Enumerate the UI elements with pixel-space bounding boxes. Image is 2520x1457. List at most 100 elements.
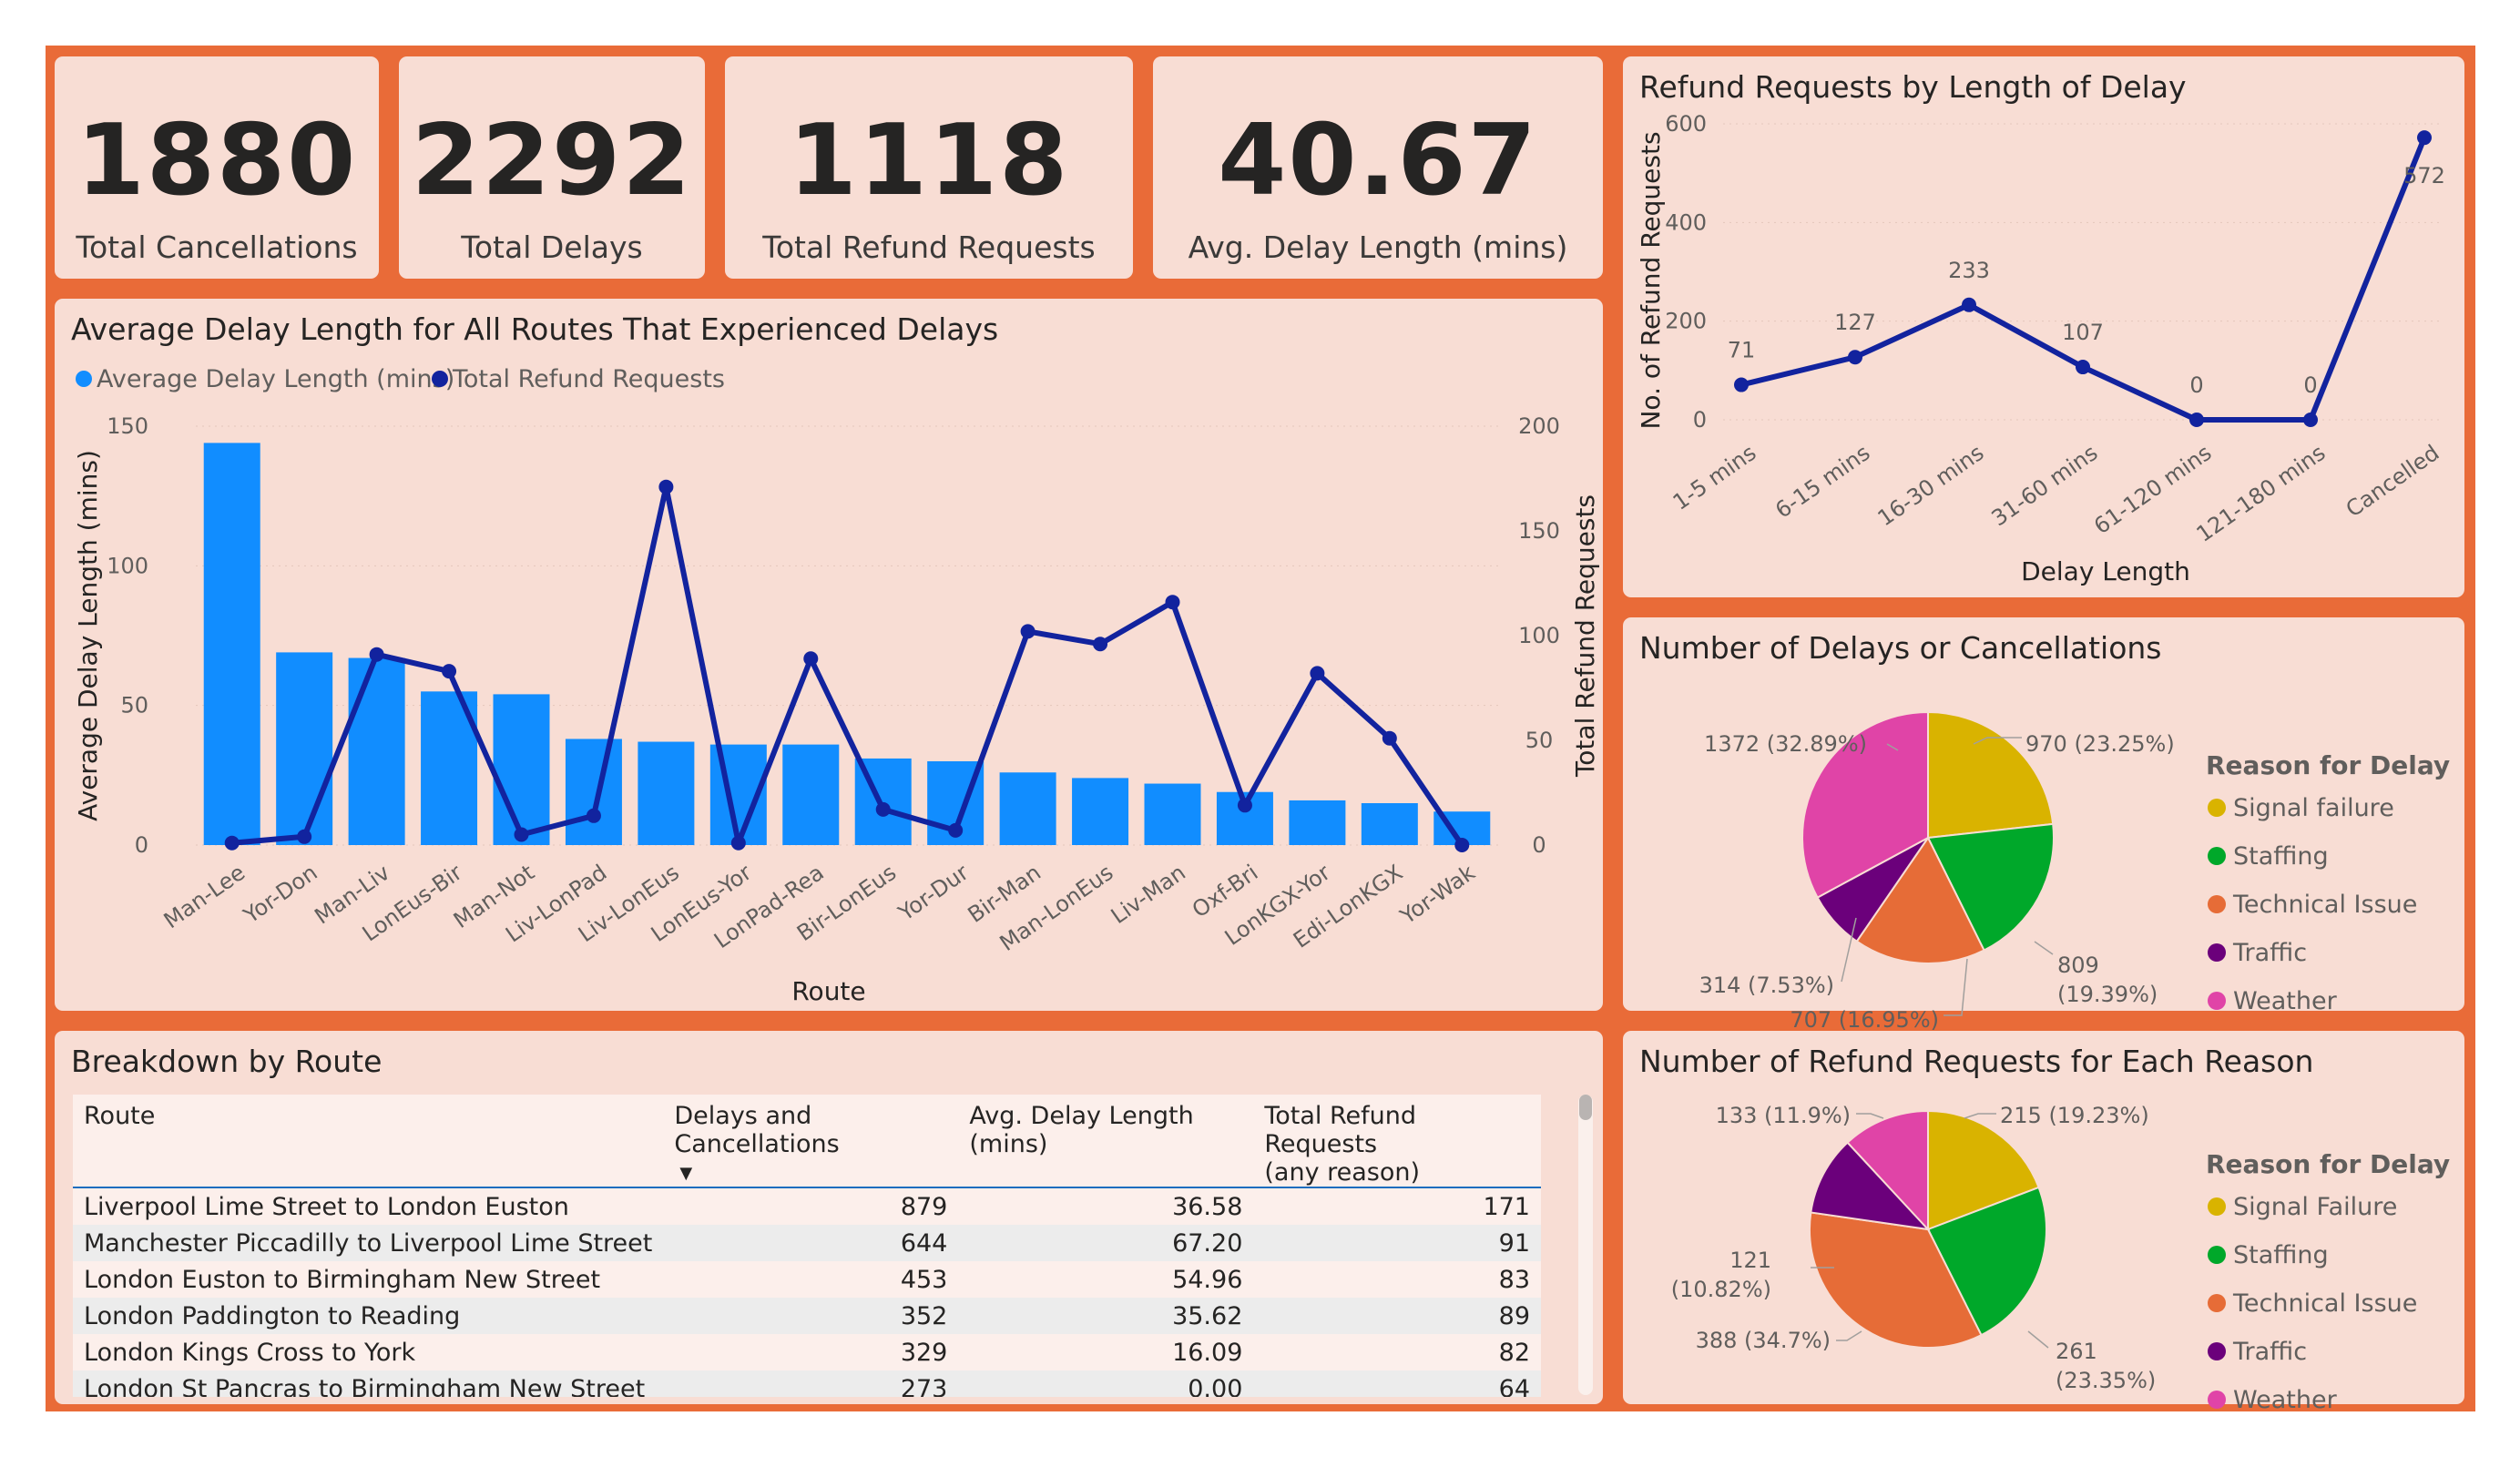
line-point[interactable] <box>1165 595 1180 610</box>
line-point[interactable] <box>2076 360 2090 375</box>
data-label: 107 <box>2062 320 2104 345</box>
delays-pie-card[interactable]: Number of Delays or Cancellations 970 (2… <box>1623 617 2464 1033</box>
cell-delays: 352 <box>663 1298 959 1334</box>
table-scrollbar[interactable] <box>1578 1095 1593 1395</box>
avg-delay-chart-card[interactable]: Average Delay Length for All Routes That… <box>55 299 1603 1011</box>
breakdown-table: Route Delays and Cancellations ▼ Avg. De… <box>73 1095 1541 1397</box>
cell-delays: 453 <box>663 1261 959 1298</box>
line-point[interactable] <box>1020 624 1036 639</box>
pie-data-label: 388 (34.7%) <box>1696 1328 1831 1353</box>
pie-data-label: 121 <box>1729 1248 1771 1273</box>
legend-item: Signal failure <box>2233 794 2394 822</box>
line-point[interactable] <box>803 651 819 667</box>
legend-item: Staffing <box>2233 1241 2329 1269</box>
table-viewport: Route Delays and Cancellations ▼ Avg. De… <box>73 1095 1541 1397</box>
bar[interactable] <box>1289 800 1346 845</box>
cell-delays: 879 <box>663 1187 959 1225</box>
cell-refunds: 91 <box>1253 1225 1541 1261</box>
bar[interactable] <box>493 694 550 845</box>
kpi-card-refund-requests[interactable]: 1118 Total Refund Requests <box>725 56 1133 279</box>
bar[interactable] <box>1361 803 1418 845</box>
line-point[interactable] <box>1093 637 1108 652</box>
column-header-delays[interactable]: Delays and Cancellations ▼ <box>663 1095 959 1188</box>
kpi-card-cancellations[interactable]: 1880 Total Cancellations <box>55 56 379 279</box>
y-tick-label: 0 <box>1693 407 1707 433</box>
column-header-avg-delay[interactable]: Avg. Delay Length (mins) <box>958 1095 1254 1188</box>
dashboard-frame: 1880 Total Cancellations 2292 Total Dela… <box>46 46 2475 1414</box>
kpi-value: 1118 <box>788 104 1070 218</box>
line-point[interactable] <box>1962 297 1976 312</box>
line-point[interactable] <box>224 835 240 851</box>
line-point[interactable] <box>442 664 457 679</box>
data-label: 572 <box>2403 163 2445 188</box>
x-tick-label: 1-5 mins <box>1668 440 1761 515</box>
cell-refunds: 82 <box>1253 1334 1541 1370</box>
table-row[interactable]: Manchester Piccadilly to Liverpool Lime … <box>73 1225 1541 1261</box>
kpi-card-delays[interactable]: 2292 Total Delays <box>399 56 705 279</box>
cell-refunds: 89 <box>1253 1298 1541 1334</box>
column-header-label: Delays and Cancellations <box>674 1102 840 1158</box>
refund-reason-pie-card[interactable]: Number of Refund Requests for Each Reaso… <box>1623 1031 2464 1414</box>
refund-by-delay-chart-card[interactable]: Refund Requests by Length of Delay 600 40… <box>1623 56 2464 597</box>
legend-item: Traffic <box>2232 1338 2307 1366</box>
legend-item: Traffic <box>2232 939 2307 967</box>
y-tick-label: 0 <box>135 832 148 858</box>
line-point[interactable] <box>2417 130 2432 146</box>
cell-delays: 273 <box>663 1370 959 1397</box>
column-header-route[interactable]: Route <box>73 1095 664 1188</box>
column-header-refunds[interactable]: Total Refund Requests (any reason) <box>1253 1095 1541 1188</box>
line-point[interactable] <box>875 801 891 817</box>
y2-tick-label: 150 <box>1518 518 1560 544</box>
cell-avg-delay: 0.00 <box>958 1370 1254 1397</box>
x-tick-label: Cancelled <box>2341 440 2444 523</box>
legend-marker <box>2208 1197 2226 1216</box>
bar[interactable] <box>1072 778 1129 845</box>
table-row[interactable]: London Euston to Birmingham New Street 45… <box>73 1261 1541 1298</box>
bar[interactable] <box>782 744 840 845</box>
x-tick-label: 31-60 mins <box>1987 440 2103 531</box>
bar[interactable] <box>203 443 260 845</box>
line-point[interactable] <box>1454 838 1470 852</box>
y2-axis-title: Total Refund Requests <box>1570 494 1600 778</box>
kpi-card-avg-delay[interactable]: 40.67 Avg. Delay Length (mins) <box>1153 56 1603 279</box>
bar[interactable] <box>276 652 333 845</box>
line-point[interactable] <box>2189 413 2204 427</box>
line-point[interactable] <box>1237 798 1252 813</box>
breakdown-table-card[interactable]: Breakdown by Route Route Delays and Canc… <box>55 1031 1603 1404</box>
y-tick-label: 100 <box>107 553 148 578</box>
cell-avg-delay: 54.96 <box>958 1261 1254 1298</box>
table-row[interactable]: London St Pancras to Birmingham New Stre… <box>73 1370 1541 1397</box>
line-point[interactable] <box>730 835 746 851</box>
line-point[interactable] <box>948 822 964 838</box>
pie-data-label: 809 <box>2057 953 2099 978</box>
bar[interactable] <box>999 772 1056 845</box>
y-tick-label: 50 <box>120 693 148 718</box>
bar[interactable] <box>1144 783 1201 845</box>
line-point[interactable] <box>514 827 529 842</box>
scrollbar-thumb[interactable] <box>1579 1095 1592 1120</box>
bar[interactable] <box>565 739 622 845</box>
line-point[interactable] <box>297 829 312 844</box>
line-point[interactable] <box>586 808 601 823</box>
cell-refunds: 83 <box>1253 1261 1541 1298</box>
pie-data-label: 133 (11.9%) <box>1716 1103 1851 1128</box>
table-row[interactable]: Liverpool Lime Street to London Euston 87… <box>73 1187 1541 1225</box>
sort-descending-icon[interactable]: ▼ <box>674 1164 947 1183</box>
legend-item: Weather <box>2233 987 2338 1015</box>
pie-data-label: (10.82%) <box>1671 1277 1771 1302</box>
line-point[interactable] <box>1734 377 1749 392</box>
table-row[interactable]: London Paddington to Reading 352 35.62 89 <box>73 1298 1541 1334</box>
bar[interactable] <box>638 741 695 845</box>
line-point[interactable] <box>2303 413 2318 427</box>
line-point[interactable] <box>1382 730 1397 746</box>
line-point[interactable] <box>1310 666 1325 681</box>
line-point[interactable] <box>1848 350 1862 365</box>
legend: Average Delay Length (mins)Total Refund … <box>76 365 725 393</box>
kpi-value: 2292 <box>411 104 693 218</box>
line-point[interactable] <box>658 479 674 494</box>
table-row[interactable]: London Kings Cross to York 329 16.09 82 <box>73 1334 1541 1370</box>
bar[interactable] <box>348 657 405 845</box>
line-point[interactable] <box>369 647 384 662</box>
legend-marker <box>2208 1246 2226 1264</box>
kpi-label: Total Cancellations <box>76 229 358 265</box>
